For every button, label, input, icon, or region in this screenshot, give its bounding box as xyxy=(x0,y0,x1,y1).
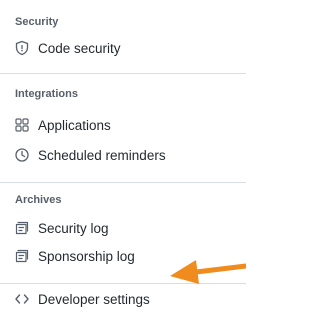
section-title-archives: Archives xyxy=(15,194,62,206)
log-icon xyxy=(14,220,30,236)
sidebar-item-security-log[interactable]: Security log xyxy=(10,215,210,241)
clock-icon xyxy=(14,147,30,163)
shield-icon xyxy=(14,40,30,56)
sidebar-item-scheduled-reminders[interactable]: Scheduled reminders xyxy=(10,142,210,168)
divider xyxy=(0,182,246,183)
sidebar-item-applications[interactable]: Applications xyxy=(10,112,210,138)
divider xyxy=(0,73,246,74)
sidebar-item-label: Scheduled reminders xyxy=(38,147,166,163)
sidebar-item-developer-settings[interactable]: Developer settings xyxy=(10,286,210,312)
sidebar-item-label: Code security xyxy=(38,40,121,56)
sidebar-item-code-security[interactable]: Code security xyxy=(10,35,210,61)
section-title-integrations: Integrations xyxy=(15,88,78,100)
log-icon xyxy=(14,248,30,264)
sidebar-item-label: Developer settings xyxy=(38,291,150,307)
sidebar-item-label: Security log xyxy=(38,220,109,236)
sidebar-item-label: Sponsorship log xyxy=(38,248,135,264)
apps-grid-icon xyxy=(14,117,30,133)
section-title-security: Security xyxy=(15,16,59,28)
sidebar-item-label: Applications xyxy=(38,117,111,133)
pointer-arrow-annotation xyxy=(170,260,246,284)
code-icon xyxy=(14,291,30,307)
